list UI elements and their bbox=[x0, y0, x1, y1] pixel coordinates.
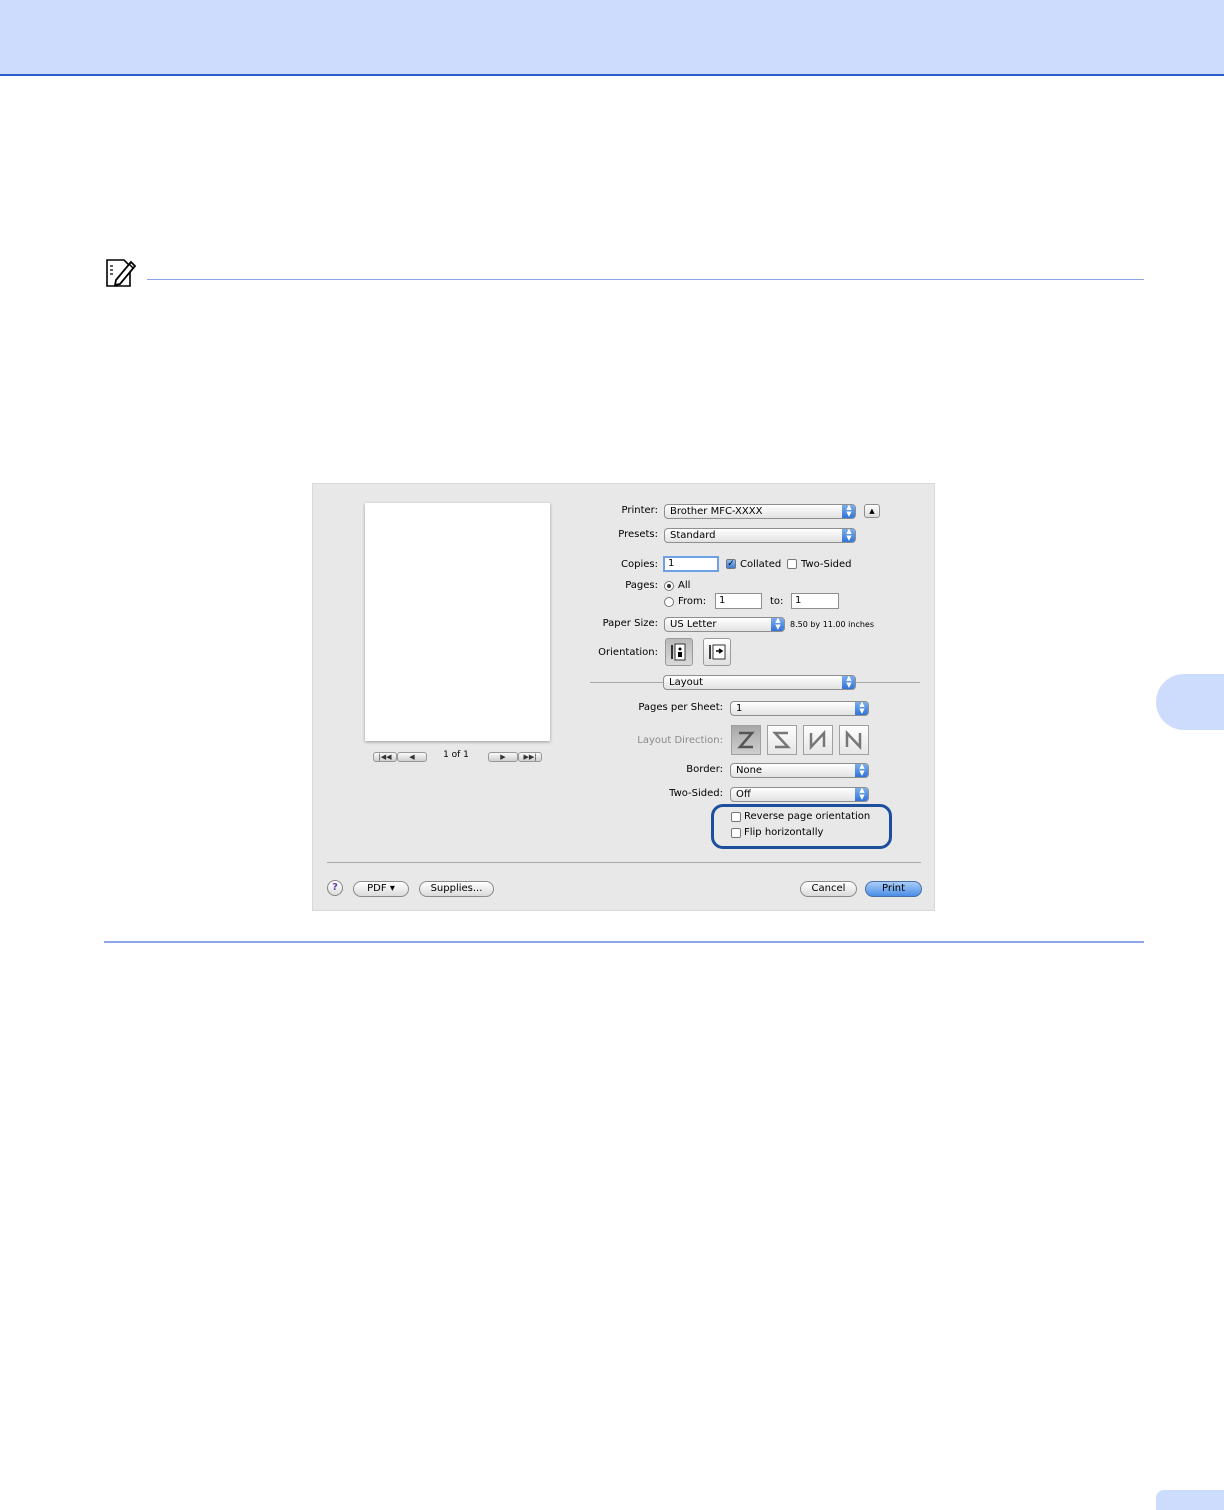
printer-select[interactable]: Brother MFC-XXXX ▲ ▼ bbox=[664, 504, 856, 519]
paper-size-label: Paper Size: bbox=[602, 618, 658, 629]
last-page-button[interactable]: ▶▶| bbox=[518, 752, 542, 762]
portrait-icon bbox=[671, 643, 686, 661]
paper-dimensions: 8.50 by 11.00 inches bbox=[790, 620, 875, 629]
stepper-arrows-icon: ▲ ▼ bbox=[842, 529, 855, 542]
pencil-note-icon bbox=[106, 259, 137, 287]
layout-direction-label: Layout Direction: bbox=[637, 735, 723, 746]
layout-n-icon bbox=[845, 729, 862, 751]
pages-all-radio[interactable] bbox=[664, 581, 674, 591]
pages-to-field[interactable]: 1 bbox=[791, 593, 839, 609]
section-select[interactable]: Layout ▲ ▼ bbox=[663, 675, 856, 690]
stepper-arrows-icon: ▲ ▼ bbox=[771, 618, 784, 631]
presets-value: Standard bbox=[670, 530, 716, 541]
copies-field[interactable]: 1 bbox=[663, 556, 719, 572]
stepper-arrows-icon: ▲ ▼ bbox=[855, 764, 868, 777]
landscape-icon bbox=[709, 644, 726, 660]
presets-label: Presets: bbox=[618, 529, 658, 540]
pdf-button[interactable]: PDF ▾ bbox=[353, 881, 409, 897]
border-select[interactable]: None ▲ ▼ bbox=[730, 763, 869, 778]
two-sided-label: Two-Sided: bbox=[669, 788, 723, 799]
printer-value: Brother MFC-XXXX bbox=[670, 506, 763, 517]
paper-size-value: US Letter bbox=[670, 619, 717, 630]
print-dialog: |◀◀ ◀ 1 of 1 ▶ ▶▶| Printer: Brother MFC-… bbox=[312, 483, 935, 911]
bottom-separator bbox=[327, 862, 921, 863]
two-sided-select[interactable]: Off ▲ ▼ bbox=[730, 787, 869, 802]
border-label: Border: bbox=[686, 764, 723, 775]
printer-label: Printer: bbox=[621, 505, 658, 516]
previous-page-button[interactable]: ◀ bbox=[397, 752, 427, 762]
stepper-arrows-icon: ▲ ▼ bbox=[855, 788, 868, 801]
layout-n-reverse-icon bbox=[809, 729, 826, 751]
pages-per-sheet-select[interactable]: 1 ▲ ▼ bbox=[730, 701, 869, 716]
page-number-tab bbox=[1156, 1490, 1224, 1510]
page-count: 1 of 1 bbox=[443, 750, 469, 760]
layout-n-reverse-button[interactable] bbox=[803, 725, 833, 755]
border-value: None bbox=[736, 765, 763, 776]
two-sided-value: Off bbox=[736, 789, 751, 800]
collated-checkbox[interactable]: ✓ bbox=[726, 559, 736, 569]
flip-horizontally-label: Flip horizontally bbox=[744, 827, 824, 838]
stepper-arrows-icon: ▲ ▼ bbox=[842, 505, 855, 518]
pages-per-sheet-label: Pages per Sheet: bbox=[638, 702, 723, 713]
note-rule-top bbox=[147, 279, 1144, 280]
pages-to-label: to: bbox=[770, 596, 784, 607]
layout-z-icon bbox=[737, 731, 755, 749]
pages-all-label: All bbox=[678, 580, 691, 591]
header-band bbox=[0, 0, 1224, 74]
supplies-button[interactable]: Supplies... bbox=[419, 881, 494, 897]
landscape-button[interactable] bbox=[703, 638, 731, 666]
layout-s-button[interactable] bbox=[767, 725, 797, 755]
layout-n-button[interactable] bbox=[839, 725, 869, 755]
reverse-orientation-label: Reverse page orientation bbox=[744, 811, 871, 822]
pages-label: Pages: bbox=[625, 580, 658, 591]
page-preview bbox=[365, 503, 550, 741]
pages-from-field[interactable]: 1 bbox=[715, 593, 762, 609]
section-value: Layout bbox=[669, 677, 703, 688]
layout-s-icon bbox=[772, 731, 791, 749]
note-rule-bottom bbox=[104, 941, 1144, 943]
stepper-arrows-icon: ▲ ▼ bbox=[842, 676, 855, 689]
disclosure-button[interactable]: ▲ bbox=[864, 504, 880, 518]
cancel-button[interactable]: Cancel bbox=[800, 881, 857, 897]
stepper-arrows-icon: ▲ ▼ bbox=[855, 702, 868, 715]
reverse-orientation-checkbox[interactable] bbox=[731, 812, 741, 822]
first-page-button[interactable]: |◀◀ bbox=[373, 752, 397, 762]
presets-select[interactable]: Standard ▲ ▼ bbox=[664, 528, 856, 543]
copies-label: Copies: bbox=[621, 559, 658, 570]
pages-from-label: From: bbox=[678, 596, 707, 607]
chapter-tab bbox=[1156, 674, 1224, 730]
two-sided-checkbox[interactable] bbox=[787, 559, 797, 569]
portrait-button[interactable] bbox=[665, 638, 693, 666]
next-page-button[interactable]: ▶ bbox=[488, 752, 518, 762]
orientation-label: Orientation: bbox=[598, 647, 658, 658]
help-button[interactable]: ? bbox=[327, 880, 343, 896]
pages-per-sheet-value: 1 bbox=[736, 703, 743, 714]
paper-size-select[interactable]: US Letter ▲ ▼ bbox=[664, 617, 785, 632]
two-sided-copies-label: Two-Sided bbox=[801, 559, 852, 570]
header-rule bbox=[0, 74, 1224, 76]
flip-horizontally-checkbox[interactable] bbox=[731, 828, 741, 838]
print-button[interactable]: Print bbox=[865, 881, 922, 897]
pages-from-radio[interactable] bbox=[664, 597, 674, 607]
collated-label: Collated bbox=[740, 559, 782, 570]
layout-z-button[interactable] bbox=[731, 725, 761, 755]
